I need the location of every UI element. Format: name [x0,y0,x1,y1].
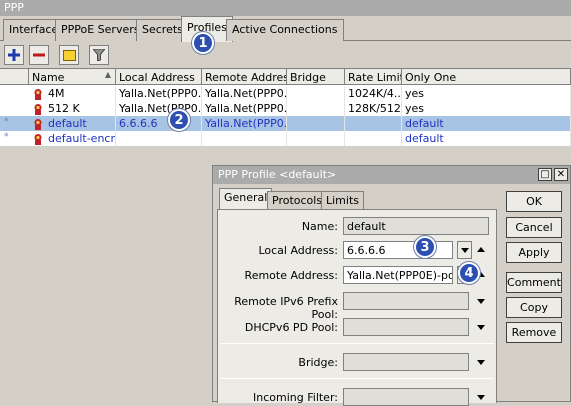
dialog-title: PPP Profile <default> [213,166,570,184]
add-button[interactable] [4,45,24,65]
divider [220,343,494,344]
maximize-icon: □ [540,169,550,180]
profile-icon [34,104,42,115]
tab-protocols[interactable]: Protocols [267,191,328,210]
default-flag: * [4,117,9,127]
cell-rate [345,131,402,146]
chevron-down-icon[interactable] [477,360,485,365]
cell-remote [202,131,287,146]
cell-remote: Yalla.Net(PPP0... [202,116,287,131]
incoming-filter-field[interactable] [343,388,469,406]
callout-badge-4: 4 [458,262,480,284]
window-title: PPP [0,0,571,16]
cell-only-one: yes [402,101,571,116]
comment-button[interactable] [59,45,79,65]
chevron-down-icon[interactable] [477,325,485,330]
close-icon: ✕ [556,169,566,180]
chevron-down-icon[interactable] [477,395,485,400]
maximize-button[interactable]: □ [538,168,552,181]
profile-icon [34,119,42,130]
cell-bridge [287,86,345,101]
dhcpv6-pd-pool-label: DHCPv6 PD Pool: [244,321,338,334]
cell-rate: 128K/512K [345,101,402,116]
table-row-selected[interactable]: * default 6.6.6.6 Yalla.Net(PPP0... defa… [0,116,571,131]
header-name[interactable]: Name ▲ [29,69,116,85]
incoming-filter-label: Incoming Filter: [253,391,338,404]
sort-arrow-icon: ▲ [104,70,111,79]
copy-button[interactable]: Copy [506,297,562,318]
cell-remote: Yalla.Net(PPP0... [202,86,287,101]
toolbar [0,41,571,68]
cell-name: default-encr... [45,131,116,146]
plus-icon [8,49,20,61]
profiles-table: Name ▲ Local Address Remote Address Bridg… [0,68,571,146]
tab-general[interactable]: General [219,188,273,210]
ppp-profile-dialog: PPP Profile <default> □ ✕ General Protoc… [212,165,571,406]
ok-button[interactable]: OK [506,191,562,212]
apply-button[interactable]: Apply [506,242,562,263]
cell-local: Yalla.Net(PPP0... [116,101,202,116]
filter-button[interactable] [89,45,109,65]
chevron-down-icon[interactable] [477,299,485,304]
general-panel: Name: default Local Address: 6.6.6.6 Rem… [217,209,497,406]
bridge-field[interactable] [343,353,469,371]
cell-name: default [45,116,116,131]
callout-badge-2: 2 [168,109,190,131]
callout-badge-3: 3 [414,236,436,258]
local-address-label: Local Address: [258,244,338,257]
header-rate-limit[interactable]: Rate Limit... [345,69,402,85]
header-remote-address[interactable]: Remote Address [202,69,287,85]
profile-icon [34,134,42,145]
cell-name: 4M [45,86,116,101]
remove-button[interactable]: Remove [506,322,562,343]
cell-only-one: yes [402,86,571,101]
note-icon [62,49,76,61]
cell-rate [345,116,402,131]
remote-ipv6-pool-field[interactable] [343,292,469,310]
table-row[interactable]: 4M Yalla.Net(PPP0... Yalla.Net(PPP0... 1… [0,86,571,101]
cancel-button[interactable]: Cancel [506,217,562,238]
cell-only-one: default [402,131,571,146]
tab-active-connections[interactable]: Active Connections [226,19,344,41]
header-local-address[interactable]: Local Address [116,69,202,85]
name-label: Name: [301,220,338,233]
default-flag: * [4,132,9,142]
local-address-dropdown[interactable] [457,241,472,259]
remote-address-label: Remote Address: [244,269,338,282]
main-tabs: Interface PPPoE Servers Secrets Profiles… [0,16,571,42]
remote-address-field[interactable]: Yalla.Net(PPP0E)-pool [343,266,453,284]
remove-button[interactable] [29,45,49,65]
dhcpv6-pd-pool-field[interactable] [343,318,469,336]
cell-bridge [287,101,345,116]
cell-local [116,131,202,146]
comment-button[interactable]: Comment [506,272,562,293]
header-bridge[interactable]: Bridge [287,69,345,85]
cell-name: 512 K [45,101,116,116]
collapse-up-icon[interactable] [477,247,485,252]
name-field[interactable]: default [343,217,489,235]
header-flag [0,69,29,85]
table-row[interactable]: * default-encr... default [0,131,571,146]
header-only-one[interactable]: Only One [402,69,571,85]
tab-limits[interactable]: Limits [321,191,364,210]
tab-pppoe-servers[interactable]: PPPoE Servers [55,19,146,41]
cell-remote: Yalla.Net(PPP0... [202,101,287,116]
bridge-label: Bridge: [298,356,338,369]
cell-rate: 1024K/4... [345,86,402,101]
filter-icon [93,49,105,61]
cell-bridge [287,116,345,131]
cell-only-one: default [402,116,571,131]
table-row[interactable]: 512 K Yalla.Net(PPP0... Yalla.Net(PPP0..… [0,101,571,116]
divider [220,378,494,379]
minus-icon [33,53,45,57]
close-button[interactable]: ✕ [554,168,568,181]
local-address-field[interactable]: 6.6.6.6 [343,241,453,259]
remote-ipv6-pool-label: Remote IPv6 Prefix Pool: [234,295,338,321]
cell-bridge [287,131,345,146]
chevron-down-icon [460,247,469,253]
cell-local: Yalla.Net(PPP0... [116,86,202,101]
profile-icon [34,89,42,100]
